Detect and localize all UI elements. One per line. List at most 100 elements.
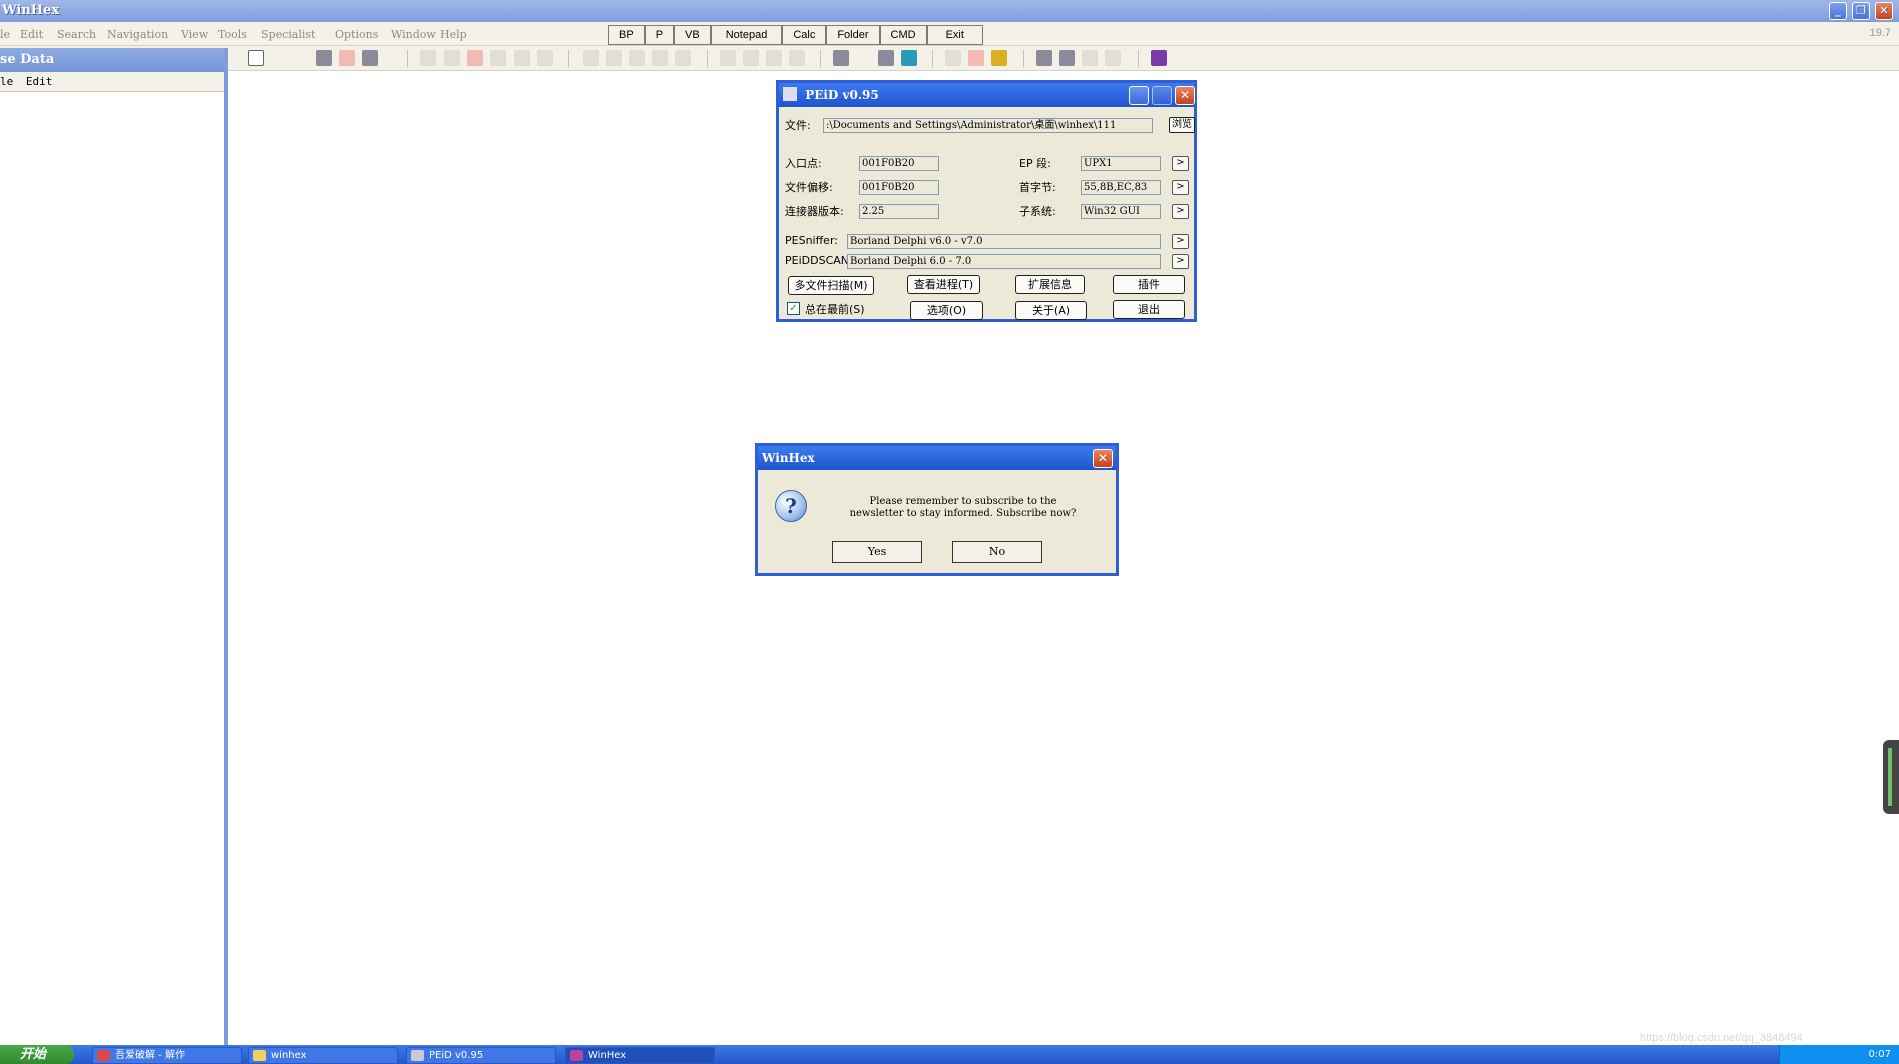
file-path-field[interactable]: :\Documents and Settings\Administrator\桌… [823,118,1153,133]
replace-icon[interactable] [720,50,736,66]
winhex-taskbar-icon [570,1050,583,1061]
browser-icon [97,1050,110,1061]
plugins-button[interactable]: 插件 [1113,275,1185,294]
taskbar-item-browser[interactable]: 吾爱破解 - 解作 [92,1047,242,1064]
taskbar: 开始 吾爱破解 - 解作 winhex PEiD v0.95 WinHex 0:… [0,1045,1899,1064]
ep-section-label: EP 段: [1019,157,1051,170]
minimize-all-icon[interactable] [1082,50,1098,66]
extended-info-button[interactable]: 扩展信息 [1015,275,1085,294]
subscribe-dialog-titlebar: WinHex [758,446,1116,470]
folder-button[interactable]: Folder [826,25,880,45]
goto-icon[interactable] [766,50,782,66]
pesniffer-arrow-button[interactable]: > [1172,234,1189,249]
restore-icon[interactable]: ❐ [1852,2,1870,20]
menu-options[interactable]: Options [335,28,378,41]
cmd-button[interactable]: CMD [879,25,927,45]
p-button[interactable]: P [644,25,675,45]
side-volume-grip[interactable] [1883,740,1899,814]
yes-button[interactable]: Yes [832,541,922,563]
peiddscan-arrow-button[interactable]: > [1172,254,1189,269]
system-tray: 0:07 [1779,1045,1899,1064]
peid-close-icon[interactable]: ✕ [1175,86,1195,105]
print-icon[interactable] [420,50,436,66]
gear-icon[interactable] [991,50,1007,66]
menu-search[interactable]: Search [57,28,96,41]
refresh-icon[interactable] [945,50,961,66]
calculator-icon[interactable] [901,50,917,66]
pesniffer-field[interactable]: Borland Delphi v6.0 - v7.0 [847,234,1161,249]
properties-icon[interactable] [444,50,460,66]
cut-icon[interactable] [490,50,506,66]
bookmark-icon[interactable] [968,50,984,66]
open-file-icon[interactable] [339,50,355,66]
ram-editor-icon[interactable] [878,50,894,66]
subsystem-arrow-button[interactable]: > [1172,204,1189,219]
menu-navigation[interactable]: Navigation [107,28,168,41]
menu-specialist[interactable]: Specialist [261,28,315,41]
entry-point-field[interactable]: 001F0B20 [859,156,939,171]
taskbar-item-folder[interactable]: winhex [248,1047,398,1064]
options-button[interactable]: 选项(O) [910,301,983,320]
disk-editor-icon[interactable] [833,50,849,66]
first-bytes-arrow-button[interactable]: > [1172,180,1189,195]
menu-window[interactable]: Window [391,28,436,41]
open-disk-icon[interactable] [316,50,332,66]
help-book-icon[interactable] [1151,50,1167,66]
toolbar-separator [568,50,569,67]
write-icon[interactable] [606,50,622,66]
peiddscan-field[interactable]: Borland Delphi 6.0 - 7.0 [847,254,1161,269]
paste-icon[interactable] [537,50,553,66]
menu-help[interactable]: Help [440,28,467,41]
hex-icon[interactable] [629,50,645,66]
no-button[interactable]: No [952,541,1042,563]
menu-tools[interactable]: Tools [218,28,247,41]
tile-icon[interactable] [1036,50,1052,66]
about-button[interactable]: 关于(A) [1015,301,1087,320]
find-hex-icon[interactable] [675,50,691,66]
clock[interactable]: 0:07 [1869,1049,1891,1060]
file-offset-field[interactable]: 001F0B20 [859,180,939,195]
case-menu-file[interactable]: le [0,75,13,88]
bp-button[interactable]: BP [608,25,645,45]
ep-section-arrow-button[interactable]: > [1172,156,1189,171]
paste-block-icon[interactable] [583,50,599,66]
linker-version-field[interactable]: 2.25 [859,204,939,219]
subscribe-dialog-close-icon[interactable]: ✕ [1093,449,1113,468]
multi-file-scan-button[interactable]: 多文件扫描(M) [788,276,874,295]
copy-icon[interactable] [514,50,530,66]
new-file-icon[interactable] [248,50,264,66]
save-icon[interactable] [362,50,378,66]
exit-button[interactable]: Exit [926,25,983,45]
close-icon[interactable]: ✕ [1875,2,1893,20]
replace-hex-icon[interactable] [743,50,759,66]
watermark-text: https://blog.csdn.net/qq_3848494 [1640,1032,1803,1044]
subscribe-message-line2: newsletter to stay informed. Subscribe n… [849,508,1077,519]
subsystem-field[interactable]: Win32 GUI [1081,204,1161,219]
entry-point-label: 入口点: [785,157,822,170]
taskbar-item-peid[interactable]: PEiD v0.95 [406,1047,556,1064]
menu-edit[interactable]: Edit [20,28,43,41]
vb-button[interactable]: VB [674,25,711,45]
ep-section-field[interactable]: UPX1 [1081,156,1161,171]
view-process-button[interactable]: 查看进程(T) [907,275,980,294]
notepad-button[interactable]: Notepad [710,25,783,45]
pesniffer-label: PESniffer: [785,234,838,247]
calc-button[interactable]: Calc [782,25,827,45]
case-data-panel: se Data le Edit [0,48,228,1045]
menu-view[interactable]: View [181,28,208,41]
cascade-icon[interactable] [1059,50,1075,66]
minimize-icon[interactable]: _ [1829,2,1847,20]
menu-file[interactable]: le [0,28,10,41]
chart-icon[interactable] [1105,50,1121,66]
case-menu-edit[interactable]: Edit [26,75,53,88]
start-button[interactable]: 开始 [0,1045,74,1064]
browse-button[interactable]: 浏览 [1169,117,1195,133]
taskbar-item-winhex[interactable]: WinHex [565,1047,715,1064]
arrow-right-icon[interactable] [789,50,805,66]
find-icon[interactable] [652,50,668,66]
first-bytes-field[interactable]: 55,8B,EC,83 [1081,180,1161,195]
undo-icon[interactable] [467,50,483,66]
always-on-top-checkbox[interactable]: ✓ [787,302,800,315]
peid-minimize-icon[interactable] [1129,86,1149,105]
exit-peid-button[interactable]: 退出 [1113,300,1185,319]
